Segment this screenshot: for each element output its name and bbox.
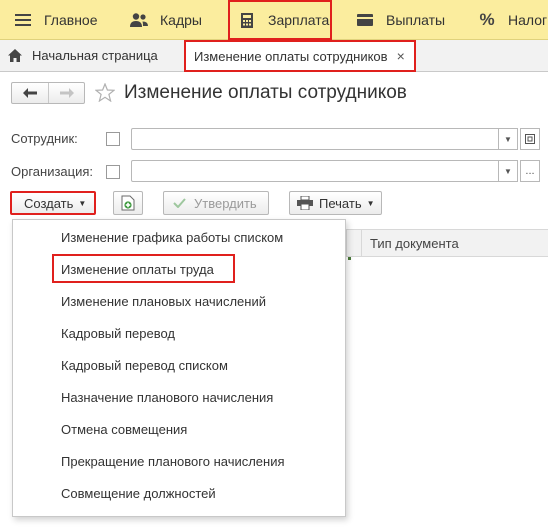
highlight-zarplata — [228, 0, 332, 40]
tab-change-pay-label: Изменение оплаты сотрудников — [194, 48, 388, 64]
hamburger-icon — [14, 11, 32, 29]
section-kadry[interactable]: Кадры — [130, 0, 202, 40]
section-nalogi[interactable]: % Налог — [478, 0, 547, 40]
section-vyplaty[interactable]: Выплаты — [356, 0, 445, 40]
people-icon — [130, 11, 148, 29]
forward-button[interactable] — [48, 83, 84, 103]
organization-select-button[interactable]: ... — [520, 160, 540, 182]
organization-field[interactable] — [131, 160, 499, 182]
add-document-icon — [121, 195, 135, 211]
tab-home[interactable]: Начальная страница — [8, 48, 158, 63]
star-icon[interactable] — [94, 82, 116, 105]
menu-item[interactable]: Изменение плановых начислений — [61, 294, 266, 309]
employee-dropdown-button[interactable]: ▼ — [498, 128, 518, 150]
add-document-button[interactable] — [113, 191, 143, 215]
close-icon[interactable]: × — [397, 48, 405, 64]
menu-item[interactable]: Совмещение должностей — [61, 486, 216, 501]
print-button[interactable]: Печать ▼ — [289, 191, 382, 215]
approve-button[interactable]: Утвердить — [163, 191, 269, 215]
section-kadry-label: Кадры — [160, 12, 202, 28]
menu-item[interactable]: Изменение графика работы списком — [61, 230, 283, 245]
menu-item[interactable]: Кадровый перевод списком — [61, 358, 228, 373]
menu-item[interactable]: Кадровый перевод — [61, 326, 175, 341]
organization-dropdown-button[interactable]: ▼ — [498, 160, 518, 182]
chevron-down-icon: ▼ — [504, 134, 512, 144]
wallet-icon — [356, 11, 374, 29]
section-nalogi-label: Налог — [508, 12, 548, 28]
percent-icon: % — [479, 10, 495, 29]
chevron-down-icon: ▼ — [78, 198, 87, 208]
section-main-label: Главное — [44, 12, 98, 28]
tab-home-label: Начальная страница — [32, 48, 158, 63]
create-button[interactable]: Создать ▼ — [10, 191, 96, 215]
create-button-label: Создать — [24, 195, 74, 211]
highlight-menu-item — [52, 254, 235, 283]
section-main[interactable]: Главное — [14, 0, 98, 40]
page-title: Изменение оплаты сотрудников — [124, 82, 407, 103]
row-marker — [348, 257, 351, 260]
menu-item[interactable]: Прекращение планового начисления — [61, 454, 285, 469]
arrow-right-icon — [59, 88, 74, 98]
employee-field[interactable] — [131, 128, 499, 150]
menu-item[interactable]: Назначение планового начисления — [61, 390, 273, 405]
print-button-label: Печать — [319, 195, 362, 211]
section-vyplaty-label: Выплаты — [386, 12, 446, 28]
arrow-left-icon — [23, 88, 37, 98]
organization-checkbox[interactable] — [106, 165, 120, 179]
column-divider — [361, 230, 362, 256]
table-header: Тип документа — [346, 229, 548, 257]
nav-buttons — [11, 82, 85, 104]
printer-icon — [297, 196, 313, 210]
chevron-down-icon: ▼ — [504, 166, 512, 176]
home-icon — [8, 49, 22, 62]
open-window-icon — [525, 134, 535, 144]
menu-item[interactable]: Отмена совмещения — [61, 422, 187, 437]
employee-open-button[interactable] — [520, 128, 540, 150]
organization-label: Организация: — [11, 164, 94, 179]
chevron-down-icon: ▼ — [366, 198, 375, 208]
column-header-doc-type[interactable]: Тип документа — [370, 236, 459, 251]
approve-button-label: Утвердить — [194, 195, 257, 211]
employee-checkbox[interactable] — [106, 132, 120, 146]
employee-label: Сотрудник: — [11, 131, 78, 146]
back-button[interactable] — [12, 83, 48, 103]
tab-change-pay[interactable]: Изменение оплаты сотрудников × — [184, 40, 416, 72]
table-body[interactable] — [346, 257, 548, 530]
checkmark-icon — [173, 198, 186, 208]
